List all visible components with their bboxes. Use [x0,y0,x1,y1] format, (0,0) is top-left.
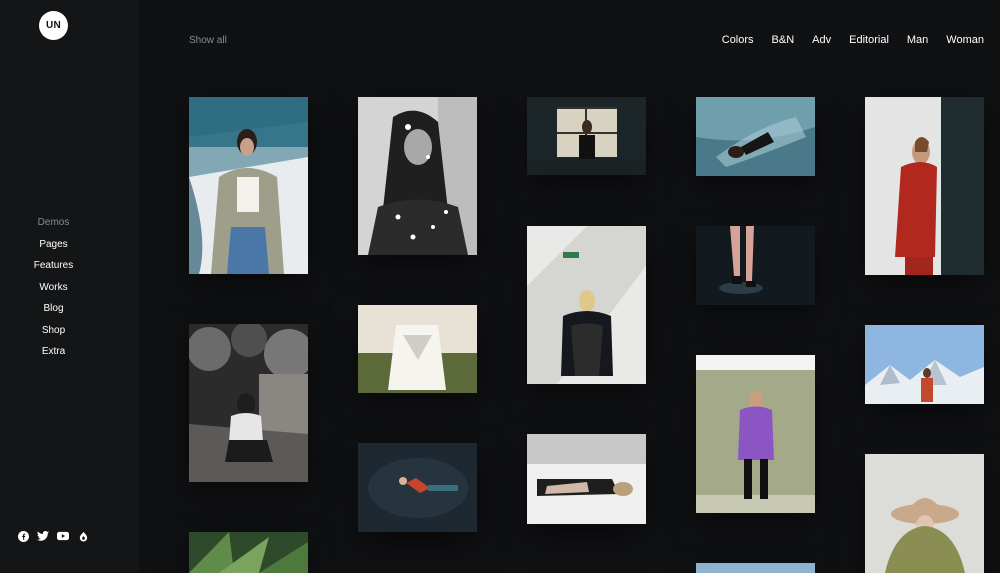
photo-woman-lying-ice[interactable] [696,97,815,176]
filter-woman[interactable]: Woman [946,34,984,46]
filter-colors[interactable]: Colors [722,34,754,46]
photo-woman-ruins-bw[interactable] [189,324,308,482]
photo-woman-snowy-mountain[interactable] [865,325,984,404]
photo-figure-sheet-field[interactable] [358,305,477,393]
sidebar-item-shop[interactable]: Shop [42,320,65,342]
sidebar-nav: Demos Pages Features Works Blog Shop Ext… [0,212,107,363]
sidebar: UN Demos Pages Features Works Blog Shop … [0,0,139,573]
sidebar-item-extra[interactable]: Extra [42,341,65,363]
photo-woman-red-coat[interactable] [865,97,984,275]
logo[interactable]: UN [39,11,68,40]
photo-woman-flowers-bw[interactable] [358,97,477,255]
show-all-filter[interactable]: Show all [189,35,227,46]
sidebar-item-works[interactable]: Works [39,277,67,299]
photo-legs-heels[interactable] [696,226,815,305]
instagram-icon[interactable] [77,530,89,542]
photo-woman-plaid-shirt[interactable] [189,97,308,274]
photo-woman-beige-hat[interactable] [865,454,984,573]
photo-blue-sky-partial[interactable] [696,563,815,573]
photo-person-floating-water[interactable] [358,443,477,532]
filter-editorial[interactable]: Editorial [849,34,889,46]
photo-woman-purple-jacket[interactable] [696,355,815,513]
youtube-icon[interactable] [57,530,69,542]
photo-woman-window[interactable] [527,97,646,175]
facebook-icon[interactable] [17,530,29,542]
filter-bn[interactable]: B&N [772,34,795,46]
sidebar-item-demos[interactable]: Demos [38,212,70,234]
sidebar-item-blog[interactable]: Blog [43,298,63,320]
filter-tabs: Colors B&N Adv Editorial Man Woman [704,34,984,46]
photo-woman-lying-bed-bw[interactable] [527,434,646,524]
filter-adv[interactable]: Adv [812,34,831,46]
sidebar-item-pages[interactable]: Pages [39,234,67,256]
photo-woman-leaning-wall[interactable] [527,226,646,384]
photo-palm-leaves[interactable] [189,532,308,573]
twitter-icon[interactable] [37,530,49,542]
social-links [17,530,89,542]
sidebar-item-features[interactable]: Features [34,255,73,277]
filter-man[interactable]: Man [907,34,928,46]
